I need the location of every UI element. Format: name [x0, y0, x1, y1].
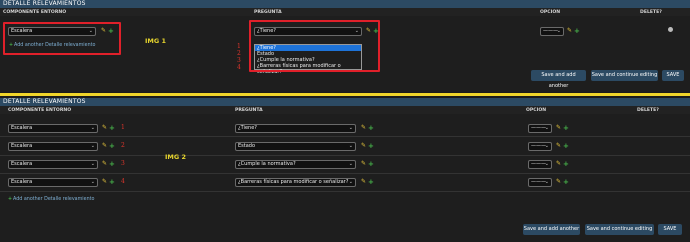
save-add-another-button[interactable]: Save and add another	[523, 224, 580, 235]
pregunta-select[interactable]: ¿Barreras físicas para modificar o señal…	[235, 178, 356, 187]
pencil-icon[interactable]: ✎	[556, 143, 562, 149]
pencil-icon[interactable]: ✎	[102, 143, 108, 149]
col-opcion: OPCION	[526, 108, 547, 113]
opcion-select[interactable]: ——— ⌄	[540, 27, 564, 36]
chevron-down-icon: ⌄	[544, 179, 549, 185]
row-number: 3	[121, 160, 125, 167]
pencil-icon[interactable]: ✎	[361, 179, 367, 185]
highlight-box-pregunta	[249, 20, 380, 72]
panel-title: DETALLE RELEVAMIENTOS	[0, 0, 690, 8]
pencil-icon[interactable]: ✎	[567, 28, 573, 34]
chevron-down-icon: ⌄	[348, 143, 353, 149]
row-number: 2	[121, 142, 125, 149]
chevron-down-icon: ⌄	[90, 161, 95, 167]
col-pregunta: PREGUNTA	[235, 108, 263, 113]
plus-icon[interactable]: +	[368, 143, 374, 150]
section-divider	[0, 93, 690, 96]
pencil-icon[interactable]: ✎	[556, 161, 562, 167]
row-number: 3	[237, 57, 241, 64]
column-headers: COMPONENTE ENTORNO PREGUNTA OPCION DELET…	[0, 106, 690, 114]
save-continue-button[interactable]: Save and continue editing	[591, 70, 658, 81]
plus-icon[interactable]: +	[563, 179, 569, 186]
plus-icon[interactable]: +	[368, 161, 374, 168]
col-pregunta: PREGUNTA	[254, 10, 282, 15]
plus-icon[interactable]: +	[563, 161, 569, 168]
row-number: 4	[237, 64, 241, 71]
save-button[interactable]: SAVE	[658, 224, 682, 235]
col-componente: COMPONENTE ENTORNO	[8, 108, 72, 113]
pregunta-select[interactable]: ¿Tiene? ⌄	[235, 124, 356, 133]
save-add-another-button[interactable]: Save and add another	[531, 70, 586, 89]
chevron-down-icon: ⌄	[90, 143, 95, 149]
componente-select[interactable]: Escalera ⌄	[8, 160, 98, 169]
pencil-icon[interactable]: ✎	[556, 125, 562, 131]
opcion-select[interactable]: ——— ⌄	[528, 178, 552, 187]
plus-icon[interactable]: +	[368, 125, 374, 132]
chevron-down-icon: ⌄	[544, 125, 549, 131]
row-number: 1	[237, 43, 241, 50]
pregunta-select[interactable]: Estado ⌄	[235, 142, 356, 151]
plus-icon[interactable]: +	[109, 161, 115, 168]
save-button[interactable]: SAVE	[662, 70, 684, 81]
opcion-select[interactable]: ——— ⌄	[528, 160, 552, 169]
chevron-down-icon: ⌄	[544, 143, 549, 149]
plus-icon[interactable]: +	[563, 143, 569, 150]
chevron-down-icon: ⌄	[348, 179, 353, 185]
pencil-icon[interactable]: ✎	[556, 179, 562, 185]
chevron-down-icon: ⌄	[556, 28, 561, 34]
column-headers: COMPONENTE ENTORNO PREGUNTA OPCION DELET…	[0, 8, 690, 16]
chevron-down-icon: ⌄	[90, 125, 95, 131]
panel-title: DETALLE RELEVAMIENTOS	[0, 98, 690, 106]
pencil-icon[interactable]: ✎	[102, 179, 108, 185]
col-delete: DELETE?	[637, 108, 659, 113]
chevron-down-icon: ⌄	[348, 161, 353, 167]
delete-circle-icon[interactable]	[668, 27, 673, 32]
opcion-select[interactable]: ——— ⌄	[528, 142, 552, 151]
plus-icon[interactable]: +	[574, 28, 580, 35]
col-delete: DELETE?	[640, 10, 662, 15]
pencil-icon[interactable]: ✎	[102, 125, 108, 131]
plus-icon[interactable]: +	[368, 179, 374, 186]
row-number: 4	[121, 178, 125, 185]
plus-icon[interactable]: +	[109, 125, 115, 132]
componente-select[interactable]: Escalera ⌄	[8, 124, 98, 133]
pencil-icon[interactable]: ✎	[361, 143, 367, 149]
row-number: 2	[237, 50, 241, 57]
chevron-down-icon: ⌄	[348, 125, 353, 131]
componente-select[interactable]: Escalera ⌄	[8, 142, 98, 151]
pencil-icon[interactable]: ✎	[102, 161, 108, 167]
col-opcion: OPCION	[540, 10, 561, 15]
img2-label: IMG 2	[165, 153, 187, 161]
plus-icon[interactable]: +	[563, 125, 569, 132]
plus-icon[interactable]: +	[109, 143, 115, 150]
row-number: 1	[121, 124, 125, 131]
opcion-select[interactable]: ——— ⌄	[528, 124, 552, 133]
pregunta-select[interactable]: ¿Cumple la normativa? ⌄	[235, 160, 356, 169]
highlight-box-componente	[3, 22, 121, 55]
chevron-down-icon: ⌄	[544, 161, 549, 167]
img1-label: IMG 1	[145, 37, 167, 45]
col-componente: COMPONENTE ENTORNO	[3, 10, 67, 15]
pencil-icon[interactable]: ✎	[361, 161, 367, 167]
chevron-down-icon: ⌄	[90, 179, 95, 185]
save-continue-button[interactable]: Save and continue editing	[585, 224, 654, 235]
add-another-link[interactable]: +Add another Detalle relevamiento	[8, 197, 94, 202]
plus-icon[interactable]: +	[109, 179, 115, 186]
pencil-icon[interactable]: ✎	[361, 125, 367, 131]
componente-select[interactable]: Escalera ⌄	[8, 178, 98, 187]
